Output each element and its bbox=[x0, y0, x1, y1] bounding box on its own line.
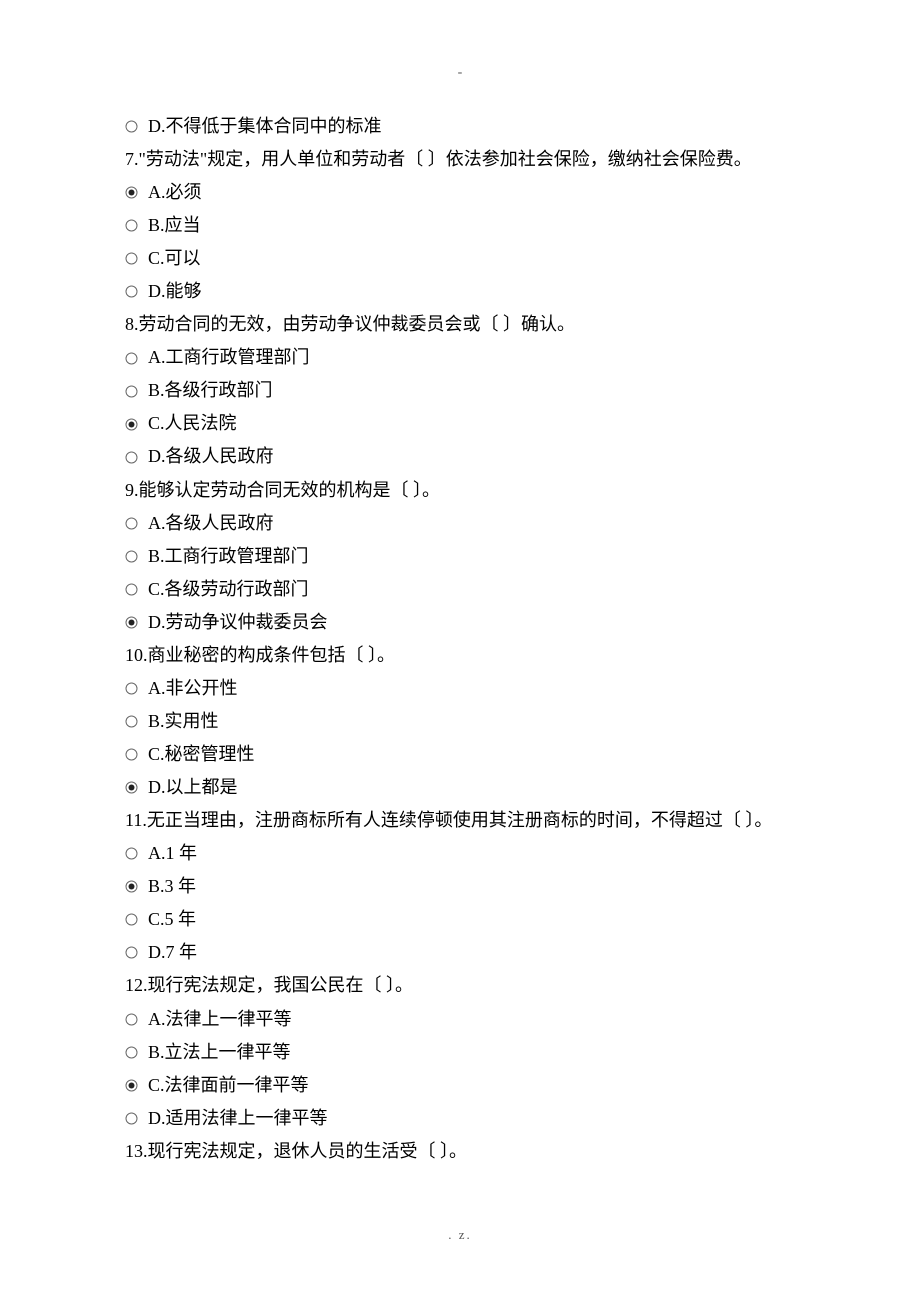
radio-unselected-icon[interactable] bbox=[125, 748, 138, 761]
option-label: C.可以 bbox=[148, 242, 201, 275]
option-label: A.工商行政管理部门 bbox=[148, 341, 310, 374]
page-footer: . z. bbox=[0, 1223, 920, 1247]
radio-selected-icon[interactable] bbox=[125, 186, 138, 199]
option-row[interactable]: A.1 年 bbox=[125, 837, 800, 870]
option-row[interactable]: D.以上都是 bbox=[125, 771, 800, 804]
radio-unselected-icon[interactable] bbox=[125, 517, 138, 530]
option-label: B.3 年 bbox=[148, 870, 196, 903]
option-row[interactable]: A.工商行政管理部门 bbox=[125, 342, 800, 375]
option-label: B.立法上一律平等 bbox=[148, 1036, 291, 1069]
radio-unselected-icon[interactable] bbox=[125, 385, 138, 398]
option-row[interactable]: D.7 年 bbox=[125, 936, 800, 969]
option-row[interactable]: B.实用性 bbox=[125, 705, 800, 738]
option-row[interactable]: A.非公开性 bbox=[125, 672, 800, 705]
option-row[interactable]: C.法律面前一律平等 bbox=[125, 1069, 800, 1102]
option-label: D.劳动争议仲裁委员会 bbox=[148, 606, 328, 639]
option-row[interactable]: D.劳动争议仲裁委员会 bbox=[125, 606, 800, 639]
option-row[interactable]: C.5 年 bbox=[125, 903, 800, 936]
option-row[interactable]: C.各级劳动行政部门 bbox=[125, 573, 800, 606]
radio-selected-icon[interactable] bbox=[125, 616, 138, 629]
radio-unselected-icon[interactable] bbox=[125, 219, 138, 232]
option-label: A.各级人民政府 bbox=[148, 507, 274, 540]
option-label: C.秘密管理性 bbox=[148, 738, 255, 771]
radio-unselected-icon[interactable] bbox=[125, 252, 138, 265]
option-label: D.7 年 bbox=[148, 936, 197, 969]
option-label: B.工商行政管理部门 bbox=[148, 540, 309, 573]
question-text: 11.无正当理由，注册商标所有人连续停顿使用其注册商标的时间，不得超过〔 〕。 bbox=[125, 804, 800, 837]
option-label: C.各级劳动行政部门 bbox=[148, 573, 309, 606]
option-label: A.必须 bbox=[148, 176, 202, 209]
radio-unselected-icon[interactable] bbox=[125, 682, 138, 695]
question-text: 7."劳动法"规定，用人单位和劳动者〔 〕依法参加社会保险，缴纳社会保险费。 bbox=[125, 143, 800, 176]
radio-unselected-icon[interactable] bbox=[125, 1013, 138, 1026]
option-row[interactable]: B.3 年 bbox=[125, 870, 800, 903]
option-row[interactable]: B.各级行政部门 bbox=[125, 375, 800, 408]
question-text: 13.现行宪法规定，退休人员的生活受〔 〕。 bbox=[125, 1135, 800, 1168]
radio-unselected-icon[interactable] bbox=[125, 1046, 138, 1059]
option-label: A.非公开性 bbox=[148, 672, 238, 705]
page-header: - bbox=[0, 60, 920, 86]
option-row[interactable]: C.秘密管理性 bbox=[125, 738, 800, 771]
option-label: D.以上都是 bbox=[148, 771, 238, 804]
option-row[interactable]: D.能够 bbox=[125, 275, 800, 308]
radio-unselected-icon[interactable] bbox=[125, 1112, 138, 1125]
option-row[interactable]: B.工商行政管理部门 bbox=[125, 540, 800, 573]
option-label: B.实用性 bbox=[148, 705, 219, 738]
option-label: D.适用法律上一律平等 bbox=[148, 1102, 328, 1135]
option-label: D.能够 bbox=[148, 275, 202, 308]
radio-unselected-icon[interactable] bbox=[125, 847, 138, 860]
radio-unselected-icon[interactable] bbox=[125, 715, 138, 728]
content-body: D.不得低于集体合同中的标准7."劳动法"规定，用人单位和劳动者〔 〕依法参加社… bbox=[125, 110, 800, 1168]
option-row[interactable]: B.应当 bbox=[125, 209, 800, 242]
option-row[interactable]: D.不得低于集体合同中的标准 bbox=[125, 110, 800, 143]
option-label: B.各级行政部门 bbox=[148, 374, 273, 407]
radio-unselected-icon[interactable] bbox=[125, 946, 138, 959]
radio-unselected-icon[interactable] bbox=[125, 120, 138, 133]
option-row[interactable]: B.立法上一律平等 bbox=[125, 1036, 800, 1069]
option-row[interactable]: D.适用法律上一律平等 bbox=[125, 1102, 800, 1135]
question-text: 9.能够认定劳动合同无效的机构是〔 〕。 bbox=[125, 474, 800, 507]
page-container: - D.不得低于集体合同中的标准7."劳动法"规定，用人单位和劳动者〔 〕依法参… bbox=[0, 0, 920, 1302]
radio-unselected-icon[interactable] bbox=[125, 451, 138, 464]
radio-unselected-icon[interactable] bbox=[125, 913, 138, 926]
radio-unselected-icon[interactable] bbox=[125, 583, 138, 596]
option-label: D.各级人民政府 bbox=[148, 440, 274, 473]
radio-selected-icon[interactable] bbox=[125, 418, 138, 431]
radio-unselected-icon[interactable] bbox=[125, 285, 138, 298]
option-label: C.5 年 bbox=[148, 903, 196, 936]
option-label: D.不得低于集体合同中的标准 bbox=[148, 110, 382, 143]
question-text: 10.商业秘密的构成条件包括〔 〕。 bbox=[125, 639, 800, 672]
option-label: B.应当 bbox=[148, 209, 201, 242]
radio-unselected-icon[interactable] bbox=[125, 550, 138, 563]
radio-selected-icon[interactable] bbox=[125, 781, 138, 794]
option-row[interactable]: A.必须 bbox=[125, 176, 800, 209]
option-label: C.法律面前一律平等 bbox=[148, 1069, 309, 1102]
option-label: A.1 年 bbox=[148, 837, 197, 870]
option-row[interactable]: A.各级人民政府 bbox=[125, 507, 800, 540]
option-row[interactable]: C.人民法院 bbox=[125, 408, 800, 441]
radio-selected-icon[interactable] bbox=[125, 880, 138, 893]
option-label: A.法律上一律平等 bbox=[148, 1003, 292, 1036]
option-row[interactable]: C.可以 bbox=[125, 242, 800, 275]
option-label: C.人民法院 bbox=[148, 407, 237, 440]
question-text: 12.现行宪法规定，我国公民在〔 〕。 bbox=[125, 969, 800, 1002]
radio-selected-icon[interactable] bbox=[125, 1079, 138, 1092]
question-text: 8.劳动合同的无效，由劳动争议仲裁委员会或〔 〕确认。 bbox=[125, 308, 800, 341]
option-row[interactable]: A.法律上一律平等 bbox=[125, 1003, 800, 1036]
radio-unselected-icon[interactable] bbox=[125, 352, 138, 365]
option-row[interactable]: D.各级人民政府 bbox=[125, 441, 800, 474]
